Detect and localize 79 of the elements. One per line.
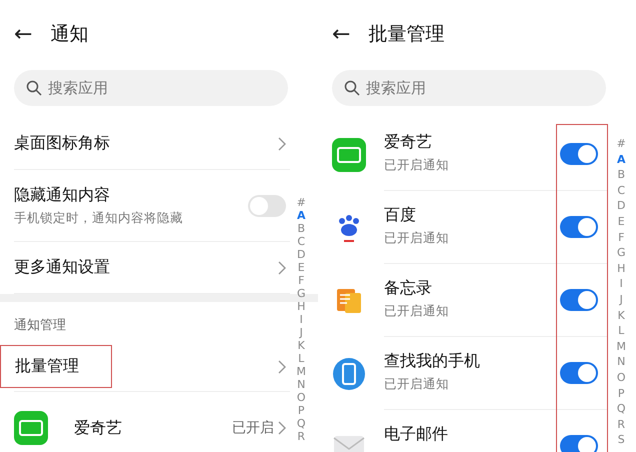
- app-name: 百度: [384, 205, 417, 226]
- index-letter[interactable]: B: [617, 167, 626, 183]
- index-letter[interactable]: #: [296, 196, 306, 209]
- app-name: 爱奇艺: [384, 132, 433, 153]
- index-letter[interactable]: #: [616, 136, 626, 152]
- index-letter[interactable]: K: [618, 308, 625, 324]
- index-letter[interactable]: G: [616, 245, 626, 261]
- app-status: 已开启通知: [384, 157, 449, 174]
- index-letter[interactable]: D: [297, 248, 306, 261]
- index-letter[interactable]: O: [296, 391, 306, 404]
- index-letter[interactable]: J: [620, 292, 623, 308]
- setting-label[interactable]: 更多通知设置: [14, 257, 110, 278]
- index-letter[interactable]: Q: [296, 417, 306, 430]
- index-letter[interactable]: N: [297, 378, 306, 391]
- toggle-switch[interactable]: [560, 289, 598, 311]
- index-letter[interactable]: K: [298, 339, 305, 352]
- index-letter[interactable]: A: [296, 209, 306, 222]
- page-title: 通知: [50, 22, 88, 47]
- search-field[interactable]: 搜索应用: [332, 70, 606, 106]
- index-letter[interactable]: Q: [616, 401, 626, 417]
- tv-screen-icon: [332, 138, 366, 172]
- search-icon: [26, 80, 42, 96]
- chevron-icon: [278, 260, 286, 274]
- toggle-switch[interactable]: [560, 143, 598, 165]
- index-letter[interactable]: J: [300, 326, 303, 339]
- tv-screen-icon: [14, 411, 48, 445]
- phone-icon: [332, 356, 366, 390]
- index-letter[interactable]: H: [617, 260, 626, 276]
- app-name[interactable]: 爱奇艺: [74, 418, 122, 438]
- setting-label[interactable]: 桌面图标角标: [14, 133, 110, 154]
- app-name: 查找我的手机: [384, 351, 480, 372]
- index-letter[interactable]: P: [618, 386, 625, 402]
- index-letter[interactable]: H: [297, 300, 306, 313]
- index-letter[interactable]: F: [298, 274, 304, 287]
- index-letter[interactable]: N: [617, 354, 626, 370]
- index-letter[interactable]: S: [618, 432, 625, 448]
- app-status: 已开启: [232, 419, 274, 437]
- index-letter[interactable]: F: [618, 230, 624, 246]
- batch-manage-link[interactable]: 批量管理: [0, 345, 112, 388]
- index-letter[interactable]: E: [618, 214, 625, 230]
- toggle-switch[interactable]: [560, 362, 598, 384]
- index-letter[interactable]: O: [616, 370, 626, 386]
- index-letter[interactable]: I: [620, 276, 623, 292]
- index-letter[interactable]: P: [298, 404, 305, 417]
- back-button[interactable]: ←: [332, 22, 350, 46]
- search-field[interactable]: 搜索应用: [14, 70, 288, 106]
- index-letter[interactable]: C: [297, 235, 306, 248]
- setting-label: 隐藏通知内容: [14, 184, 111, 206]
- index-letter[interactable]: M: [616, 338, 626, 354]
- app-status: 已开启通知: [384, 230, 449, 247]
- back-button[interactable]: ←: [14, 22, 32, 46]
- index-letter[interactable]: R: [617, 416, 626, 432]
- chevron-icon: [278, 360, 286, 374]
- toggle-switch[interactable]: [248, 194, 286, 216]
- search-input[interactable]: 搜索应用: [48, 79, 248, 97]
- section-header: 通知管理: [13, 317, 67, 335]
- chevron-icon: [278, 136, 286, 150]
- index-letter[interactable]: R: [297, 430, 306, 443]
- index-letter[interactable]: A: [616, 152, 626, 168]
- chevron-icon: [278, 421, 286, 435]
- index-letter[interactable]: G: [296, 287, 306, 300]
- index-letter[interactable]: I: [300, 313, 303, 326]
- index-letter[interactable]: M: [296, 365, 306, 378]
- page-title: 批量管理: [368, 22, 444, 47]
- index-letter[interactable]: D: [617, 198, 626, 214]
- app-status: 已开启通知: [384, 376, 450, 393]
- index-letter[interactable]: L: [618, 323, 624, 339]
- toggle-switch[interactable]: [560, 435, 598, 452]
- index-letter[interactable]: C: [617, 182, 626, 198]
- search-icon: [344, 80, 360, 96]
- app-status: 已开启通知: [384, 303, 449, 320]
- index-letter[interactable]: E: [298, 261, 305, 274]
- app-name: 电子邮件: [384, 424, 448, 445]
- index-letter[interactable]: B: [297, 222, 306, 235]
- search-input[interactable]: 搜索应用: [366, 79, 566, 97]
- toggle-switch[interactable]: [560, 216, 598, 238]
- app-name: 备忘录: [384, 278, 433, 299]
- setting-description: 手机锁定时，通知内容将隐藏: [14, 210, 183, 226]
- index-letter[interactable]: L: [298, 352, 304, 365]
